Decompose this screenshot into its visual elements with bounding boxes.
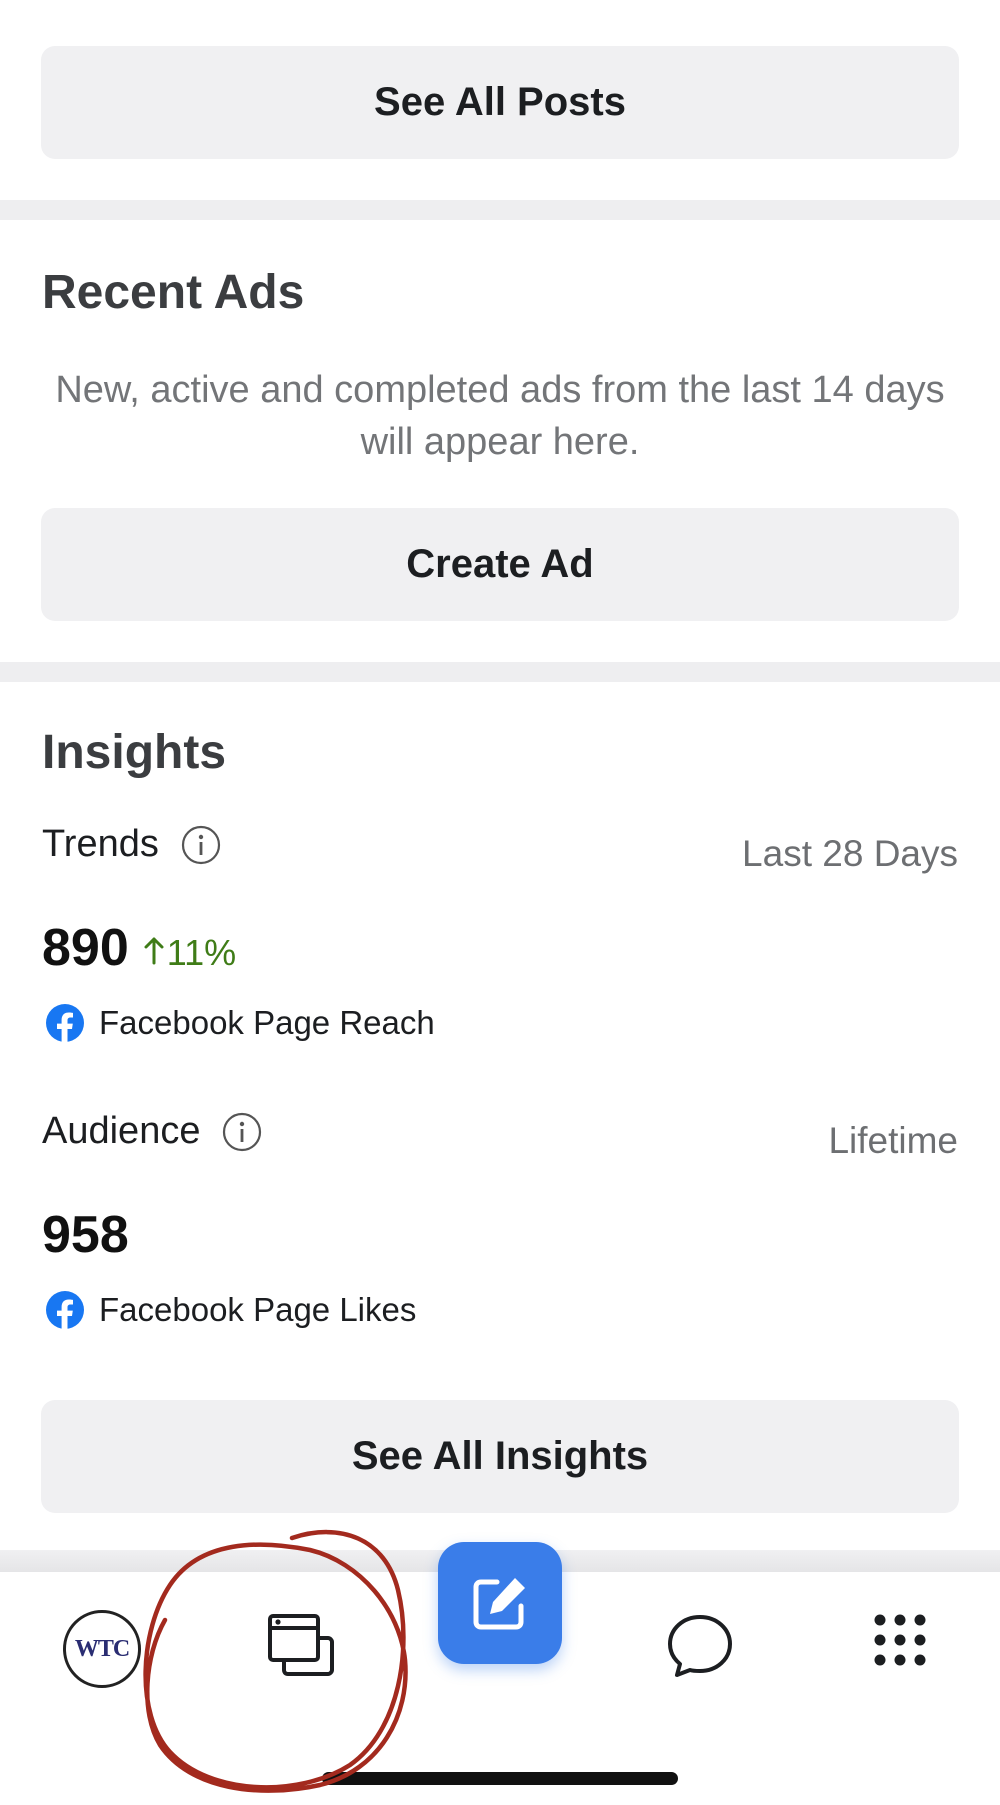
grid-menu-icon[interactable] xyxy=(870,1610,930,1670)
audience-value: 958 xyxy=(42,1206,129,1264)
page-avatar-logo: WTC xyxy=(74,1635,130,1662)
arrow-up-icon xyxy=(144,937,164,965)
windows-stack-icon[interactable] xyxy=(266,1612,336,1680)
section-divider xyxy=(0,200,1000,220)
recent-ads-title: Recent Ads xyxy=(42,266,305,319)
chat-bubble-icon[interactable] xyxy=(665,1612,735,1680)
facebook-icon xyxy=(46,1004,84,1042)
reach-source-label: Facebook Page Reach xyxy=(99,1004,435,1041)
insights-title: Insights xyxy=(42,726,227,779)
trend-change-value: 11% xyxy=(166,932,237,973)
section-divider xyxy=(0,662,1000,682)
likes-source: Facebook Page Likes xyxy=(45,1290,416,1330)
home-indicator[interactable] xyxy=(322,1772,678,1785)
reach-source: Facebook Page Reach xyxy=(45,1003,435,1043)
audience-label: Audience xyxy=(42,1110,201,1152)
see-all-posts-label: See All Posts xyxy=(374,80,626,124)
trends-period[interactable]: Last 28 Days xyxy=(742,833,958,875)
see-all-insights-button[interactable]: See All Insights xyxy=(41,1400,959,1513)
audience-metric: 958 xyxy=(42,1205,129,1265)
audience-row: Audience xyxy=(42,1110,262,1153)
recent-ads-description: New, active and completed ads from the l… xyxy=(55,369,945,463)
info-icon[interactable] xyxy=(222,1112,262,1152)
trends-value: 890 xyxy=(42,919,129,977)
create-ad-label: Create Ad xyxy=(406,542,594,586)
create-ad-button[interactable]: Create Ad xyxy=(41,508,959,621)
compose-button[interactable] xyxy=(438,1542,562,1664)
likes-source-label: Facebook Page Likes xyxy=(99,1291,417,1328)
trends-label: Trends xyxy=(42,823,159,865)
trends-row: Trends xyxy=(42,823,221,866)
bottom-nav-bar: WTC xyxy=(0,1542,1000,1805)
info-icon[interactable] xyxy=(181,825,221,865)
trends-metric: 890 11% xyxy=(42,918,236,978)
facebook-icon xyxy=(46,1291,84,1329)
audience-period[interactable]: Lifetime xyxy=(828,1120,958,1162)
see-all-insights-label: See All Insights xyxy=(351,1434,649,1478)
trend-change: 11% xyxy=(143,932,236,974)
see-all-posts-button[interactable]: See All Posts xyxy=(41,46,959,159)
page-avatar[interactable]: WTC xyxy=(63,1610,141,1688)
compose-icon xyxy=(473,1578,525,1630)
